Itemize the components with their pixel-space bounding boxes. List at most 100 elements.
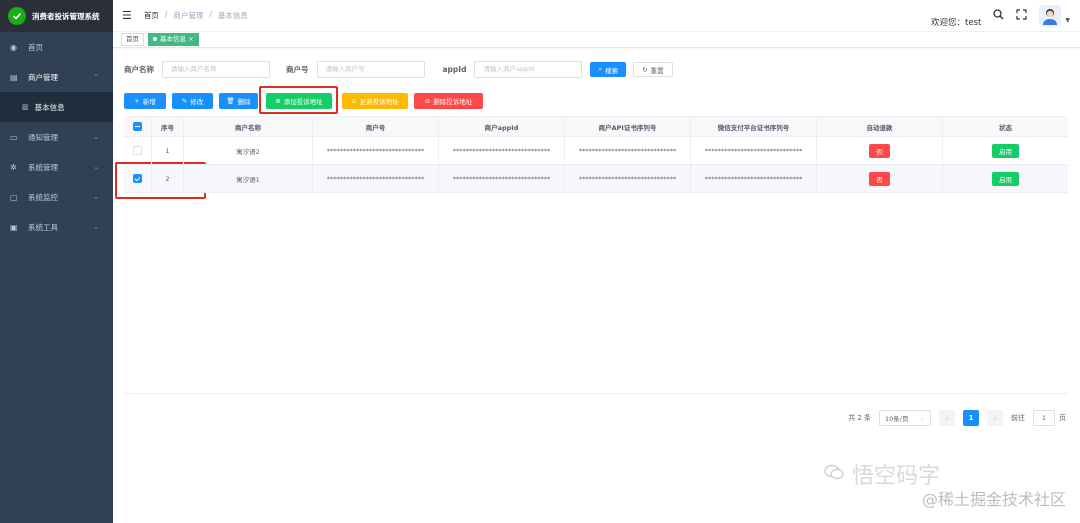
prev-page-button[interactable]: ‹ [939,410,955,426]
merchant-name-cell: 寓汐语1 [184,165,313,192]
merchant-name-input[interactable]: 请输入商户名称 [162,61,270,78]
api-cert-cell: ****************************** [565,165,691,192]
sidebar-item-notify[interactable]: ▭ 通知管理 ⌄ [0,122,113,152]
merchant-name-label: 商户名称 [124,65,154,74]
chevron-down-icon: ⌄ [93,163,99,171]
api-cert-cell: ****************************** [565,137,691,164]
status-cell: 启用 [943,137,1068,164]
app-logo[interactable]: 消费者投诉管理系统 [0,0,113,32]
sidebar-item-system[interactable]: ✲ 系统管理 ⌄ [0,152,113,182]
sidebar-item-monitor[interactable]: ▢ 系统监控 ⌄ [0,182,113,212]
avatar[interactable] [1039,5,1062,27]
search-form: 商户名称 请输入商户名称 商户号 请输入商户号 appId 请输入商户appId… [124,61,673,78]
table-row[interactable]: 1 寓汐语2 ****************************** **… [124,137,1068,165]
tag-label: 基本信息 [160,35,186,43]
column-header: 商户号 [313,117,439,136]
status-badge[interactable]: 启用 [992,171,1019,186]
search-icon[interactable] [993,9,1004,23]
monitor-icon: ▢ [10,192,18,202]
chevron-down-icon: ⌄ [93,223,99,231]
chevron-down-icon: ⌄ [93,133,99,141]
wechat-icon [824,464,844,484]
chevron-up-icon: ⌃ [93,73,99,81]
refund-cell: 否 [817,137,943,164]
welcome-text: 欢迎您：test [931,18,982,28]
column-header: 自动退款 [817,117,943,136]
appid-cell: ****************************** [439,137,565,164]
sidebar-item-merchant[interactable]: ▤ 商户管理 ⌃ [0,62,113,92]
row-checkbox[interactable] [133,174,142,183]
row-select-cell [124,165,152,192]
sidebar-item-home[interactable]: ◉ 首页 [0,32,113,62]
sidebar-item-label: 系统工具 [28,222,58,232]
tags-view: 首页 基本信息 × [113,32,1080,48]
status-cell: 启用 [943,165,1068,192]
next-page-button[interactable]: › [987,410,1003,426]
chevron-down-icon: ⌄ [93,193,99,201]
breadcrumb-item[interactable]: 首页 [144,10,159,21]
search-icon: ⌕ [598,65,603,73]
trash-icon: 🗑 [226,97,235,105]
select-all-checkbox[interactable] [133,122,142,131]
sidebar-item-label: 基本信息 [34,102,65,112]
breadcrumb-separator: / [209,10,212,19]
row-checkbox[interactable] [133,146,142,155]
navbar: ☰ 首页 / 商户管理 / 基本信息 欢迎您：test ▼ [113,0,1080,32]
page-size-select[interactable]: 10条/页 ⌄ [879,410,931,426]
close-icon[interactable]: × [188,35,193,43]
breadcrumb-separator: / [164,10,168,19]
fullscreen-icon[interactable] [1016,9,1027,23]
refresh-circle-icon: ⊙ [351,97,357,105]
page-unit-label: 页 [1059,414,1066,422]
table-row[interactable]: 2 寓汐语1 ****************************** **… [124,165,1068,193]
appid-label: appId [442,65,467,74]
platform-cert-cell: ****************************** [691,165,817,192]
delete-complaint-url-label: 删除投诉地址 [433,98,473,106]
hamburger-icon[interactable]: ☰ [122,9,132,22]
active-dot [153,37,157,41]
caret-down-icon[interactable]: ▼ [1065,17,1070,24]
column-header: 商户名称 [184,117,313,136]
minus-circle-icon: ⊖ [424,97,431,105]
edit-icon: ✎ [181,97,188,105]
goto-label: 前往 [1011,414,1025,422]
edit-button[interactable]: ✎ 修改 [172,93,213,109]
delete-button[interactable]: 🗑 删除 [219,93,258,109]
status-badge[interactable]: 启用 [992,143,1019,158]
merchant-no-input[interactable]: 请输入商户号 [316,61,425,78]
search-button-label: 搜索 [605,66,619,75]
reset-button[interactable]: ↻ 重置 [633,62,673,77]
index-cell: 1 [152,137,184,164]
sidebar-item-tools[interactable]: ▣ 系统工具 ⌄ [0,212,113,242]
sidebar-item-label: 系统管理 [28,162,58,172]
tag-basic-info[interactable]: 基本信息 × [148,33,199,46]
add-button-label: 新增 [142,98,156,106]
sidebar-item-basic-info[interactable]: ▥ 基本信息 [0,92,113,122]
goto-page-input[interactable]: 1 [1033,410,1055,426]
delete-complaint-url-button[interactable]: ⊖ 删除投诉地址 [414,93,483,109]
merchant-no-cell: ****************************** [313,165,439,192]
page-size-value: 10条/页 [885,415,909,423]
total-count: 共 2 条 [848,414,871,422]
wechat-pay-logo-icon [8,7,26,25]
search-button[interactable]: ⌕ 搜索 [590,62,627,77]
pagination: 共 2 条 10条/页 ⌄ ‹ 1 › 前往 1 页 [848,410,1066,426]
gear-icon: ✲ [10,162,17,172]
update-complaint-url-button[interactable]: ⊙ 更新投诉地址 [342,93,408,109]
page-number-button[interactable]: 1 [963,410,979,426]
update-complaint-url-label: 更新投诉地址 [359,98,399,106]
watermark-subtitle: @稀土掘金技术社区 [921,490,1066,509]
sidebar: 消费者投诉管理系统 ◉ 首页 ▤ 商户管理 ⌃ ▥ 基本信息 ▭ 通知管理 ⌄ … [0,0,113,523]
sidebar-item-label: 首页 [28,42,43,52]
app-title: 消费者投诉管理系统 [32,11,100,21]
auto-refund-badge[interactable]: 否 [869,171,890,186]
appid-input[interactable]: 请输入商户appId [474,61,583,78]
merchant-no-label: 商户号 [286,65,309,74]
sidebar-item-label: 通知管理 [28,132,58,142]
plus-icon: + [134,97,140,105]
refresh-icon: ↻ [642,65,648,74]
tag-home[interactable]: 首页 [121,33,144,46]
auto-refund-badge[interactable]: 否 [869,143,890,158]
column-header: 状态 [999,123,1012,132]
add-button[interactable]: + 新增 [124,93,166,109]
